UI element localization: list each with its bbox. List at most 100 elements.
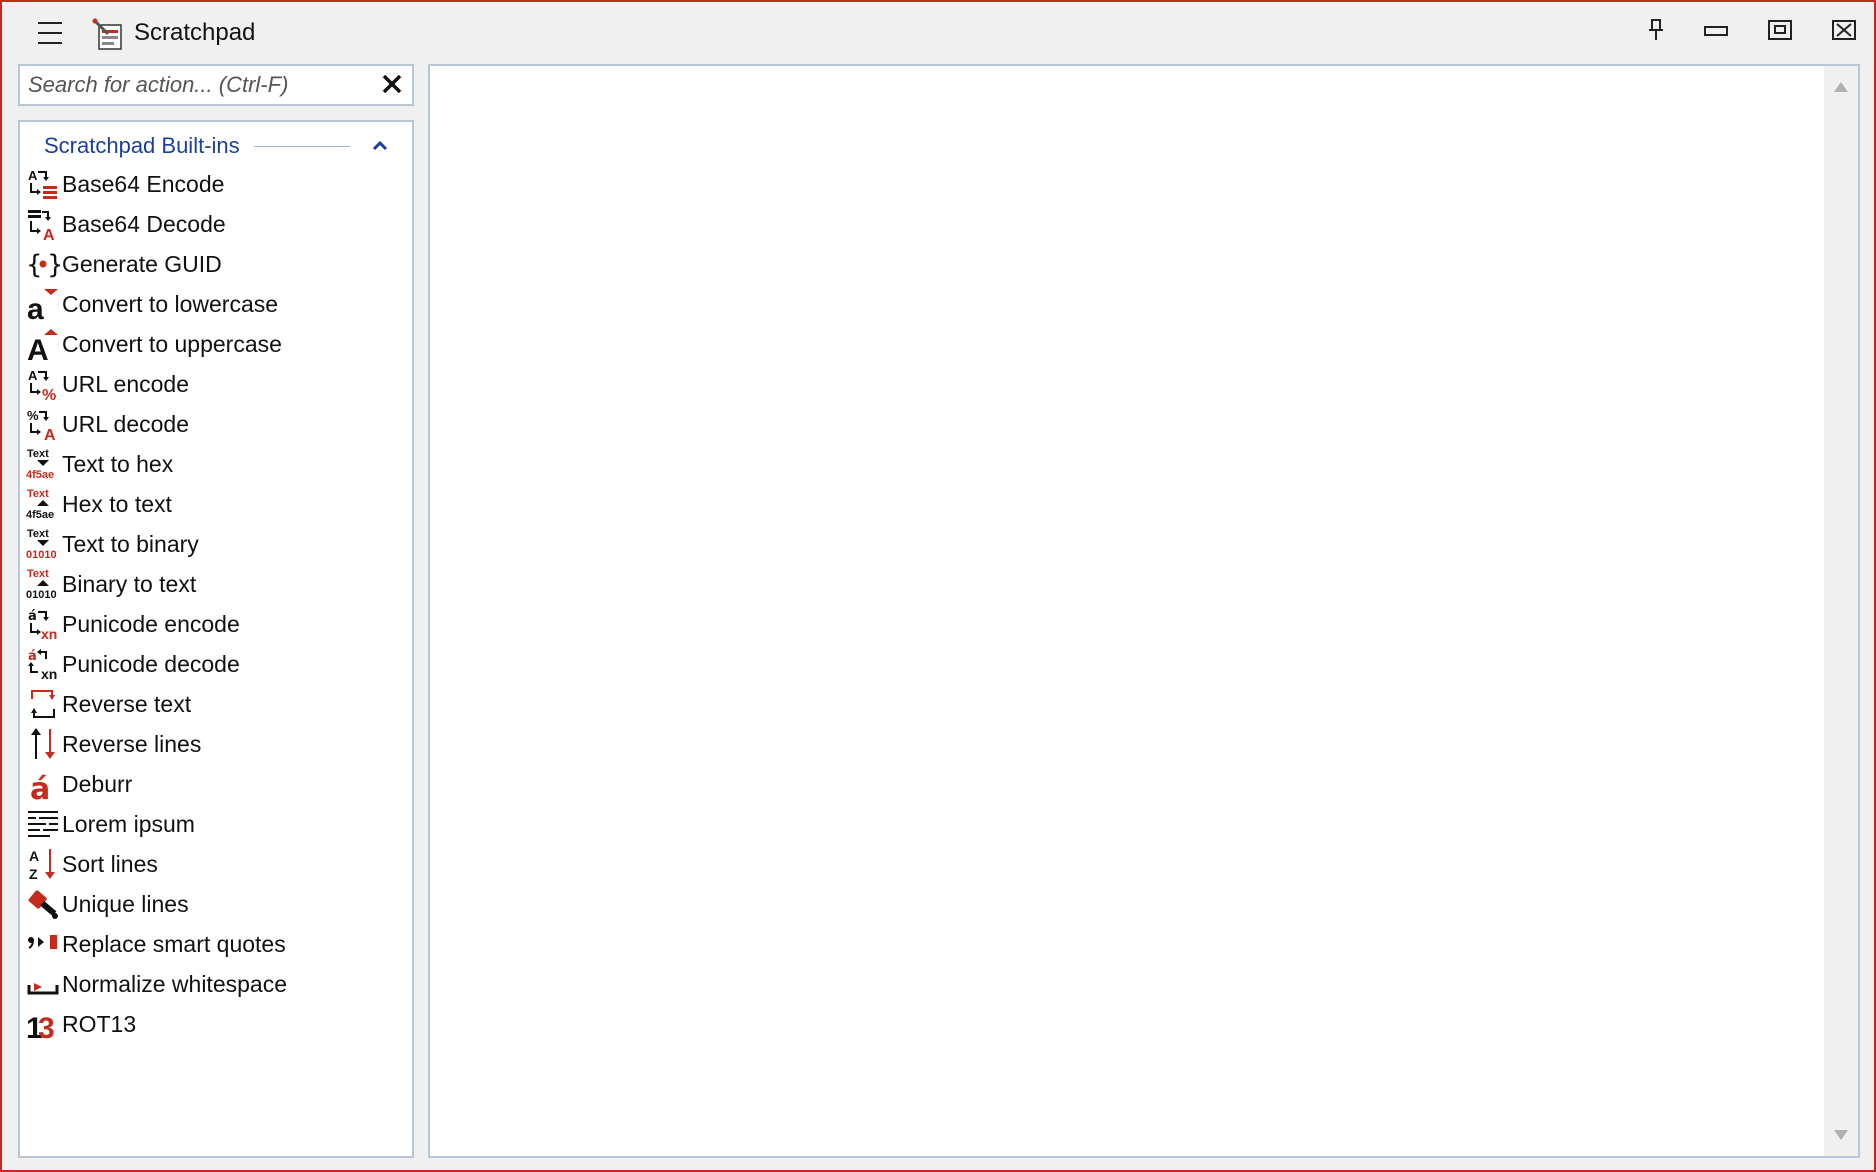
- action-item[interactable]: á Deburr: [26, 764, 406, 804]
- punicode-encode-icon: á xn: [26, 607, 60, 641]
- reverse-lines-icon: [26, 727, 60, 761]
- close-icon: [1832, 19, 1856, 45]
- glyph-text: A: [28, 368, 38, 383]
- action-item[interactable]: A Base64 Encode: [26, 164, 406, 204]
- action-item[interactable]: 1 3 ROT13: [26, 1004, 406, 1044]
- uppercase-a-icon: A: [26, 327, 60, 361]
- action-list: A Base64 Encode A Base64 Decode {Genera…: [26, 164, 406, 1044]
- glyph-text: Text: [27, 488, 49, 500]
- action-item[interactable]: { } Generate GUID: [26, 244, 406, 284]
- glyph-text: xn: [41, 666, 57, 681]
- url-decode-icon: % A: [26, 407, 60, 441]
- binary-to-text-icon: Text 01010: [26, 567, 60, 601]
- maximize-icon: [1768, 19, 1792, 45]
- action-label: Unique lines: [62, 890, 189, 917]
- glyph-text: a: [27, 293, 44, 321]
- search-input[interactable]: [28, 66, 368, 104]
- whitespace-icon: [26, 967, 60, 1001]
- action-item[interactable]: a Convert to lowercase: [26, 284, 406, 324]
- action-label: Binary to text: [62, 570, 197, 597]
- punicode-decode-icon: á xn: [26, 647, 60, 681]
- title-bar: Scratchpad: [2, 2, 1874, 62]
- action-item[interactable]: Replace smart quotes: [26, 924, 406, 964]
- action-item[interactable]: Text 4f5ae Hex to text: [26, 484, 406, 524]
- action-item[interactable]: A % URL encode: [26, 364, 406, 404]
- deburr-icon: á: [26, 767, 60, 801]
- close-window-button[interactable]: [1822, 14, 1866, 50]
- reverse-text-icon: [26, 687, 60, 721]
- action-item[interactable]: A Z Sort lines: [26, 844, 406, 884]
- url-encode-icon: A %: [26, 367, 60, 401]
- scroll-up-arrow-icon[interactable]: [1824, 70, 1858, 104]
- action-label: ROT13: [62, 1010, 137, 1037]
- action-item[interactable]: % A URL decode: [26, 404, 406, 444]
- glyph-text: 4f5ae: [26, 469, 54, 481]
- window-title: Scratchpad: [134, 19, 256, 46]
- action-label: Punicode decode: [62, 650, 240, 677]
- clear-search-button[interactable]: [378, 72, 406, 100]
- action-item[interactable]: Text 4f5ae Text to hex: [26, 444, 406, 484]
- text-to-hex-icon: Text 4f5ae: [26, 447, 60, 481]
- glyph-text: %: [42, 387, 56, 401]
- glyph-text: %: [27, 408, 39, 423]
- action-item[interactable]: Reverse text: [26, 684, 406, 724]
- glyph-text: á: [30, 772, 50, 801]
- action-label: Lorem ipsum: [62, 810, 195, 837]
- action-item[interactable]: Unique lines: [26, 884, 406, 924]
- glyph-text: á: [28, 609, 37, 624]
- action-item[interactable]: Text 01010 Text to binary: [26, 524, 406, 564]
- action-label: Hex to text: [62, 490, 172, 517]
- rot13-icon: 1 3: [26, 1007, 60, 1041]
- action-item[interactable]: á xn Punicode decode: [26, 644, 406, 684]
- search-box: [18, 64, 414, 106]
- action-item[interactable]: Text 01010 Binary to text: [26, 564, 406, 604]
- action-label: Generate GUID: [62, 250, 222, 277]
- minimize-icon: [1704, 23, 1728, 42]
- action-item[interactable]: Reverse lines: [26, 724, 406, 764]
- action-item[interactable]: Normalize whitespace: [26, 964, 406, 1004]
- action-label: Base64 Decode: [62, 210, 226, 237]
- unique-lines-icon: [26, 887, 60, 921]
- action-label: Reverse text: [62, 690, 192, 717]
- pin-icon: [1646, 18, 1666, 46]
- action-item[interactable]: A Convert to uppercase: [26, 324, 406, 364]
- hamburger-menu-icon[interactable]: [32, 20, 68, 46]
- guid-braces-icon: { }: [26, 247, 60, 281]
- glyph-text: á: [28, 649, 37, 664]
- action-label: Replace smart quotes: [62, 930, 286, 957]
- group-header-scratchpad-builtins[interactable]: Scratchpad Built-ins: [44, 130, 404, 162]
- action-label: Normalize whitespace: [62, 970, 287, 997]
- action-label: Reverse lines: [62, 730, 202, 757]
- action-label: URL encode: [62, 370, 190, 397]
- glyph-text: 4f5ae: [26, 509, 54, 521]
- glyph-text: Z: [29, 866, 38, 881]
- smart-quotes-icon: [26, 927, 60, 961]
- close-icon: [381, 73, 403, 100]
- lowercase-a-icon: a: [26, 287, 60, 321]
- minimize-button[interactable]: [1694, 14, 1738, 50]
- glyph-text: 01010: [26, 549, 57, 561]
- vertical-scrollbar[interactable]: [1824, 66, 1858, 1156]
- action-label: Text to hex: [62, 450, 174, 477]
- editor-pane: [428, 64, 1860, 1158]
- svg-text:}: }: [47, 250, 60, 280]
- sort-az-icon: A Z: [26, 847, 60, 881]
- scratchpad-app-icon: [92, 18, 126, 52]
- action-label: Punicode encode: [62, 610, 240, 637]
- group-title: Scratchpad Built-ins: [44, 133, 240, 158]
- action-item[interactable]: A Base64 Decode: [26, 204, 406, 244]
- chevron-up-icon[interactable]: [370, 138, 390, 154]
- action-label: URL decode: [62, 410, 190, 437]
- action-label: Sort lines: [62, 850, 158, 877]
- editor-textarea[interactable]: [430, 66, 1824, 1156]
- action-item[interactable]: Lorem ipsum: [26, 804, 406, 844]
- app-window: Scratchpad Search for action... (Ctrl-F)…: [0, 0, 1876, 1172]
- action-item[interactable]: á xn Punicode encode: [26, 604, 406, 644]
- action-label: Base64 Encode: [62, 170, 225, 197]
- scroll-down-arrow-icon[interactable]: [1824, 1118, 1858, 1152]
- maximize-button[interactable]: [1758, 14, 1802, 50]
- pin-button[interactable]: [1634, 14, 1678, 50]
- base64-encode-icon: A: [26, 167, 60, 201]
- text-to-binary-icon: Text 01010: [26, 527, 60, 561]
- action-label: Text to binary: [62, 530, 199, 557]
